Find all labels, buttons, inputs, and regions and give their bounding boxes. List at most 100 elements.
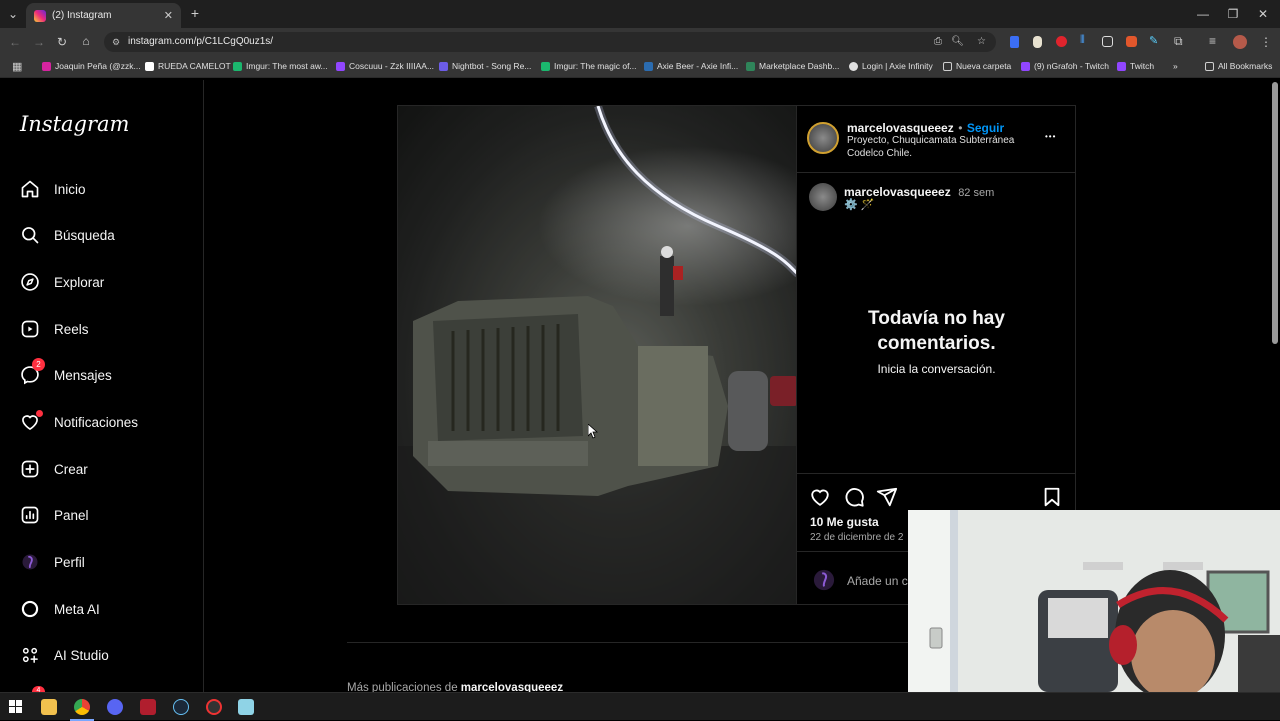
likes-count[interactable]: 10 Me gusta — [810, 515, 879, 529]
sidebar-item-inicio[interactable]: Inicio — [20, 176, 195, 202]
browser-menu-icon[interactable]: ⋮ — [1260, 35, 1272, 49]
apps-grid-icon[interactable]: ▦ — [12, 60, 22, 73]
sidebar-item-label: Reels — [54, 321, 89, 337]
record-extension-icon[interactable] — [1056, 36, 1067, 47]
post-date: 22 de diciembre de 2 — [810, 532, 903, 543]
windows-start-icon[interactable] — [9, 700, 22, 713]
sidebar-item-label: Panel — [54, 507, 89, 523]
meta-ai-icon — [21, 600, 39, 618]
no-comments-title: Todavía no hay comentarios. — [797, 306, 1076, 356]
windows-taskbar — [0, 692, 1280, 721]
author-avatar[interactable] — [807, 122, 839, 154]
caption-text: ⚙️ 🪄 — [844, 199, 875, 211]
notepad-icon[interactable] — [238, 699, 254, 715]
sidebar-item-label: Búsqueda — [54, 227, 115, 243]
tab-close-icon[interactable]: ✕ — [164, 9, 173, 22]
mouse-cursor-icon — [588, 424, 598, 439]
sidebar-item-reels[interactable]: Reels — [20, 316, 195, 342]
sidebar-item-explorar[interactable]: Explorar — [20, 269, 195, 295]
all-bookmarks-folder[interactable]: All Bookmarks — [1205, 61, 1272, 71]
author-username[interactable]: marcelovasqueeez — [847, 121, 954, 135]
new-tab-button[interactable]: + — [188, 6, 202, 20]
sidebar-item-ai-studio[interactable]: AI Studio — [20, 642, 195, 668]
site-info-icon[interactable]: ⚙ — [112, 32, 120, 52]
own-avatar-icon — [813, 569, 835, 591]
profile-avatar-icon[interactable] — [1233, 35, 1247, 49]
caption-avatar[interactable] — [809, 183, 837, 211]
bookmark-item[interactable]: (9) nGrafoh - Twitch — [1021, 61, 1109, 71]
more-options-icon[interactable]: ••• — [1045, 132, 1056, 141]
bookmark-star-icon[interactable]: ☆ — [977, 32, 986, 52]
follow-button[interactable]: Seguir — [967, 121, 1004, 135]
sidebar-item-meta-ai[interactable]: Meta AI — [20, 596, 195, 622]
post-location[interactable]: Proyecto, Chuquicamata Subterránea Codel… — [847, 134, 1014, 160]
like-heart-icon[interactable] — [809, 486, 831, 508]
browser-tab[interactable]: (2) Instagram ✕ — [26, 3, 181, 28]
bookmark-item[interactable]: Login | Axie Infinity — [849, 61, 933, 71]
tab-search-chevron-icon[interactable]: ⌄ — [6, 7, 20, 21]
extension-icon[interactable] — [1033, 36, 1042, 48]
post-date-text: 22 de diciembre de 2 — [810, 532, 904, 543]
actions-divider — [797, 473, 1076, 474]
bookmark-item[interactable]: Marketplace Dashb... — [746, 61, 839, 71]
bookmark-item[interactable]: Nightbot - Song Re... — [439, 61, 531, 71]
bookmark-item[interactable]: Coscuuu - Zzk IIIIAA... — [336, 61, 434, 71]
discord-icon[interactable] — [107, 699, 123, 715]
extensions-area: ⦀ ✎ ⧉ ≡ — [1008, 34, 1248, 50]
bookmark-item[interactable]: Joaquin Peña (@zzk... — [42, 61, 141, 71]
home-button-icon[interactable]: ⌂ — [79, 34, 93, 48]
page-scrollbar[interactable] — [1272, 82, 1278, 344]
bookmark-folder[interactable]: Nueva carpeta — [943, 61, 1011, 71]
install-app-icon[interactable]: ⎙ — [934, 32, 942, 52]
address-bar[interactable]: ⚙ instagram.com/p/C1LCgQ0uz1s/ ⎙ 🔍︎ ☆ — [104, 32, 996, 52]
bookmarks-overflow-button[interactable]: » — [1173, 61, 1178, 71]
reload-icon[interactable]: ↻ — [55, 35, 69, 49]
add-comment-placeholder: Añade un co — [847, 574, 915, 588]
media-controls-icon[interactable]: ≡ — [1209, 34, 1216, 48]
save-bookmark-icon[interactable] — [1041, 486, 1063, 508]
extensions-puzzle-icon[interactable]: ⧉ — [1174, 34, 1183, 49]
sidebar-item-perfil[interactable]: Perfil — [20, 549, 195, 575]
app-icon[interactable] — [140, 699, 156, 715]
obs-icon[interactable] — [206, 699, 222, 715]
chrome-icon[interactable] — [74, 699, 90, 715]
sidebar-item-mensajes[interactable]: 2 Mensajes — [20, 358, 195, 388]
extension-icon[interactable]: ⦀ — [1080, 34, 1085, 47]
bookmark-item[interactable]: Imgur: The magic of... — [541, 61, 637, 71]
url-text: instagram.com/p/C1LCgQ0uz1s/ — [128, 36, 274, 47]
bookmark-item[interactable]: Axie Beer - Axie Infi... — [644, 61, 738, 71]
search-icon — [22, 227, 39, 244]
steam-icon[interactable] — [173, 699, 189, 715]
avatar-icon — [22, 554, 38, 570]
post-image[interactable] — [397, 105, 797, 605]
comment-icon[interactable] — [843, 486, 865, 508]
extension-icon[interactable] — [1102, 36, 1113, 47]
sidebar-item-panel[interactable]: Panel — [20, 502, 195, 528]
home-icon — [21, 180, 39, 198]
minimize-button[interactable]: — — [1196, 7, 1210, 21]
location-line-2: Codelco Chile. — [847, 148, 913, 159]
caption-username[interactable]: marcelovasqueeez — [844, 185, 951, 199]
instagram-logo[interactable]: Instagram — [20, 112, 129, 136]
sidebar-item-crear[interactable]: Crear — [20, 456, 195, 482]
restore-button[interactable]: ❐ — [1226, 7, 1240, 21]
file-explorer-icon[interactable] — [41, 699, 57, 715]
extension-icon[interactable] — [1010, 36, 1019, 48]
window-close-button[interactable]: ✕ — [1256, 7, 1270, 21]
bookmark-item[interactable]: Twitch — [1117, 61, 1154, 71]
translate-extension-icon[interactable]: ✎ — [1149, 34, 1158, 47]
bookmark-item[interactable]: RUEDA CAMELOT — [145, 61, 231, 71]
instagram-favicon-icon — [34, 9, 46, 22]
bookmark-item[interactable]: Imgur: The most aw... — [233, 61, 328, 71]
extension-icon[interactable] — [1126, 36, 1137, 47]
back-icon[interactable]: ← — [8, 35, 22, 49]
forward-icon[interactable]: → — [32, 35, 46, 49]
webcam-feed-image — [908, 510, 1280, 692]
sidebar-item-notificaciones[interactable]: Notificaciones — [20, 409, 195, 435]
notification-dot — [36, 410, 43, 417]
zoom-icon[interactable]: 🔍︎ — [951, 32, 964, 52]
sidebar-item-label: Explorar — [54, 274, 105, 290]
sidebar-item-busqueda[interactable]: Búsqueda — [20, 222, 195, 248]
share-send-icon[interactable] — [876, 486, 898, 508]
add-comment-input[interactable]: Añade un co — [847, 574, 914, 588]
